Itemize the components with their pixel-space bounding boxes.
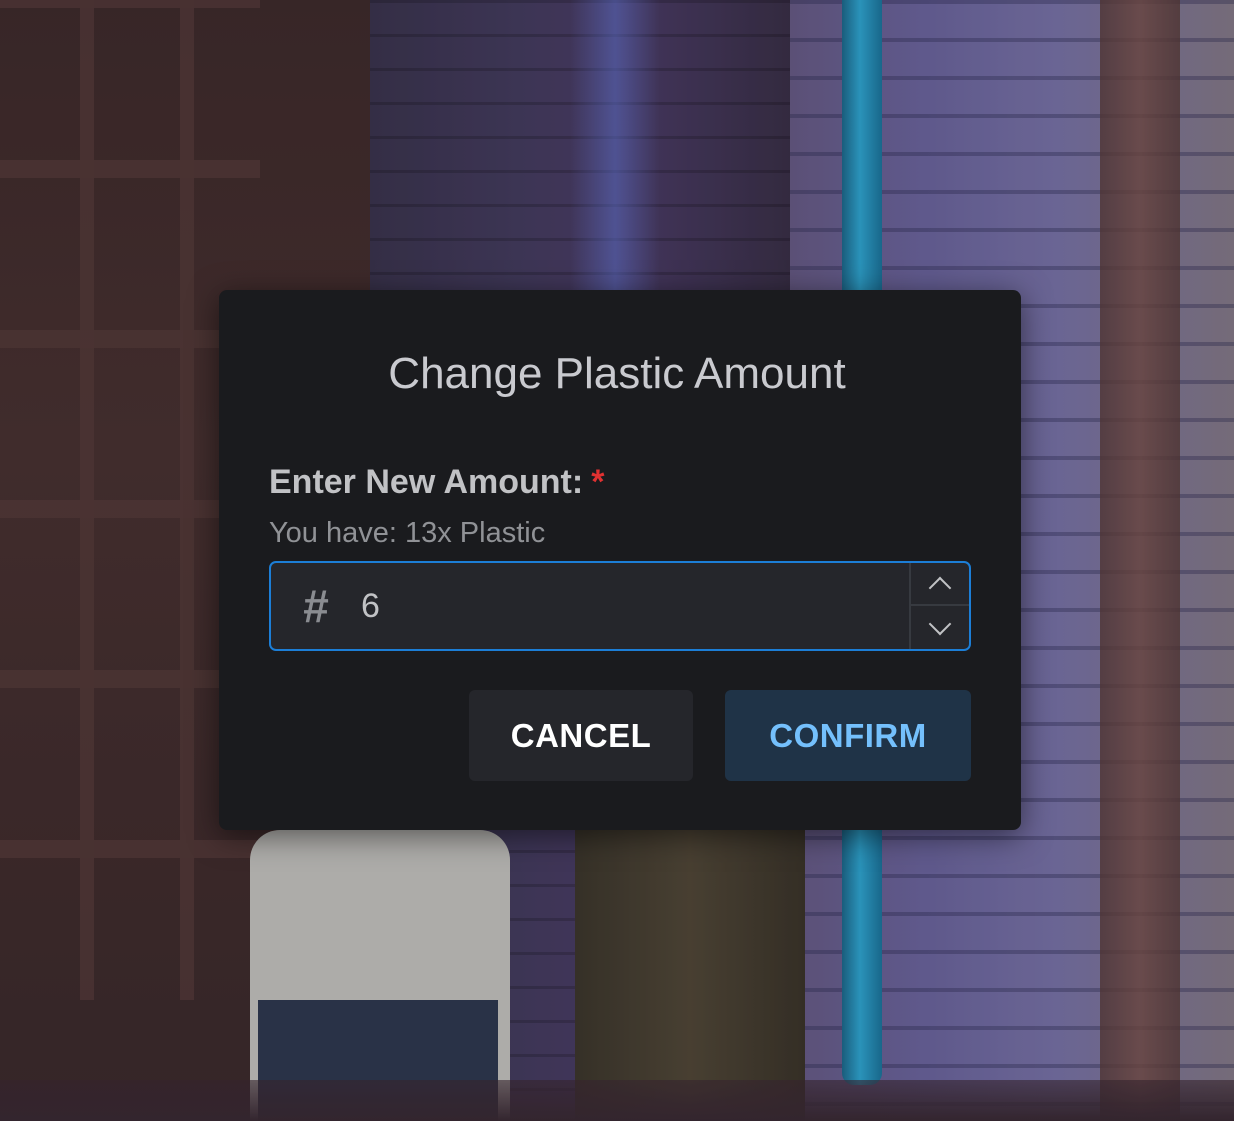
- amount-field-label-text: Enter New Amount:: [269, 463, 584, 501]
- amount-input[interactable]: [361, 573, 901, 639]
- amount-field-label: Enter New Amount: *: [269, 462, 604, 502]
- chevron-down-icon: [928, 612, 952, 635]
- number-stepper: [909, 563, 969, 649]
- cancel-button[interactable]: CANCEL: [469, 690, 693, 781]
- required-asterisk: *: [591, 463, 605, 501]
- chevron-up-icon: [928, 576, 952, 599]
- inventory-count-description: You have: 13x Plastic: [269, 517, 546, 549]
- confirm-button[interactable]: CONFIRM: [725, 690, 971, 781]
- amount-input-wrapper: #: [269, 561, 971, 651]
- dialog-title: Change Plastic Amount: [388, 349, 846, 398]
- decrement-button[interactable]: [911, 606, 969, 649]
- hash-icon: #: [303, 580, 329, 632]
- increment-button[interactable]: [911, 563, 969, 606]
